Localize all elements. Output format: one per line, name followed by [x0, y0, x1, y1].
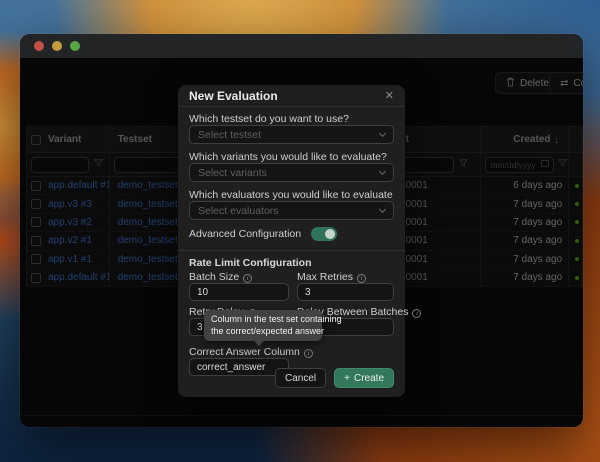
testset-select[interactable]: Select testset [189, 125, 394, 144]
cancel-button[interactable]: Cancel [275, 368, 326, 388]
evaluators-select[interactable]: Select evaluators [189, 201, 394, 220]
chevron-down-icon [379, 129, 386, 136]
variants-question-label: Which variants you would like to evaluat… [189, 151, 394, 163]
new-evaluation-modal: New Evaluation ✕ Which testset do you wa… [178, 85, 405, 397]
plus-icon: + [344, 373, 350, 384]
advanced-configuration-toggle[interactable] [311, 227, 337, 241]
modal-close-icon[interactable]: ✕ [385, 89, 394, 102]
info-icon[interactable]: i [357, 274, 366, 283]
advanced-configuration-label: Advanced Configuration [189, 228, 301, 240]
tooltip-text-line1: Column in the test set containing [211, 314, 315, 326]
testset-question-label: Which testset do you want to use? [189, 113, 394, 125]
tooltip-text-line2: the correct/expected answer [211, 326, 315, 338]
tooltip-arrow [254, 341, 264, 346]
toggle-knob [325, 229, 335, 239]
create-button-label: Create [354, 373, 384, 384]
app-window: Delete ⇄ Compare Variant Testset t [20, 34, 583, 427]
variants-select[interactable]: Select variants [189, 163, 394, 182]
correct-answer-column-label: Correct Answer Columni [189, 346, 394, 358]
window-titlebar[interactable] [20, 34, 583, 58]
testset-select-placeholder: Select testset [198, 129, 261, 141]
cancel-button-label: Cancel [285, 373, 316, 384]
evaluators-select-placeholder: Select evaluators [198, 205, 279, 217]
zoom-window-button[interactable] [70, 41, 80, 51]
close-window-button[interactable] [34, 41, 44, 51]
chevron-down-icon [379, 167, 386, 174]
max-retries-label: Max Retriesi [297, 271, 394, 283]
variants-select-placeholder: Select variants [198, 167, 267, 179]
info-icon[interactable]: i [304, 349, 313, 358]
modal-title: New Evaluation [189, 89, 278, 103]
section-divider [178, 250, 405, 251]
info-icon[interactable]: i [243, 274, 252, 283]
max-retries-input[interactable] [297, 283, 394, 301]
batch-size-input[interactable] [189, 283, 289, 301]
chevron-down-icon [379, 205, 386, 212]
desktop-wallpaper: Delete ⇄ Compare Variant Testset t [0, 0, 600, 462]
minimize-window-button[interactable] [52, 41, 62, 51]
batch-size-label: Batch Sizei [189, 271, 289, 283]
create-button[interactable]: + Create [334, 368, 394, 388]
rate-limit-heading: Rate Limit Configuration [189, 257, 394, 269]
correct-answer-tooltip: Column in the test set containing the co… [204, 310, 322, 341]
